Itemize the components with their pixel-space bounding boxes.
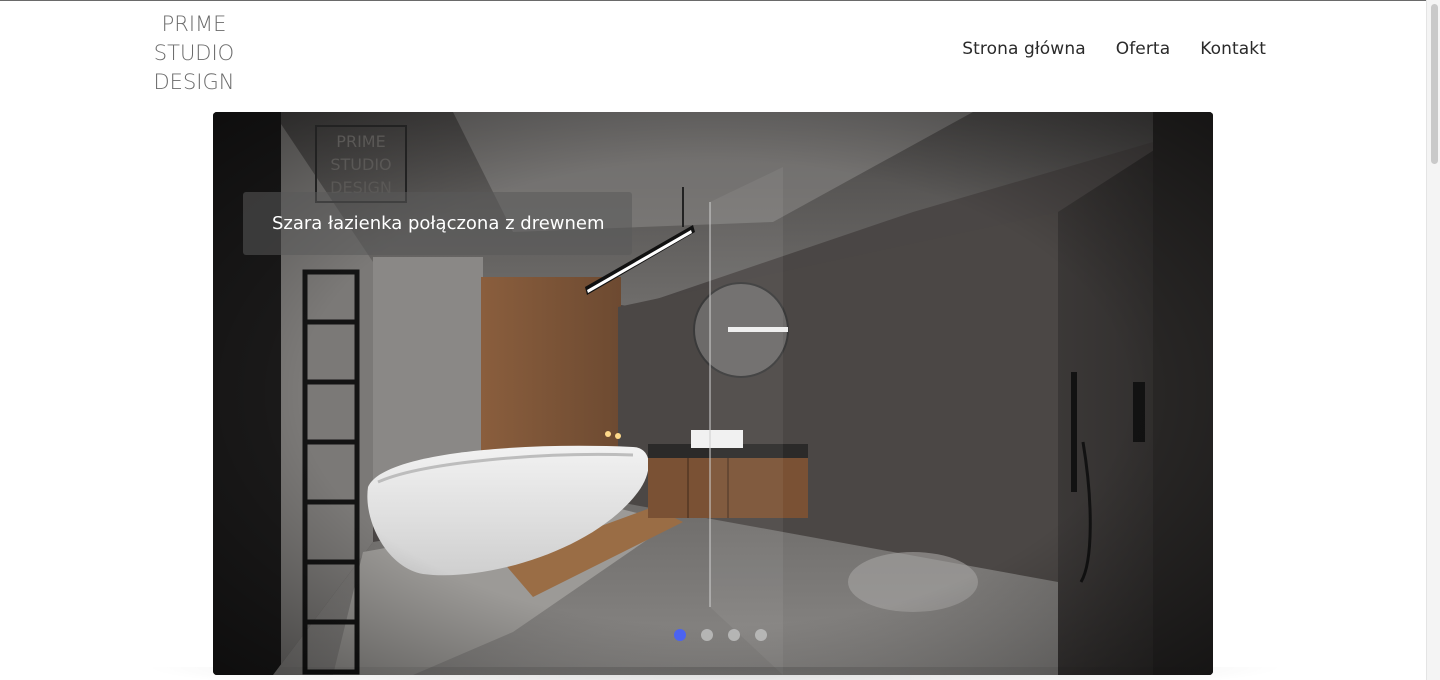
slide-caption: Szara łazienka połączona z drewnem (243, 192, 632, 255)
slider-dot-4[interactable] (755, 629, 767, 641)
content-shadow (140, 667, 1290, 680)
main-navigation: Strona główna Oferta Kontakt (962, 39, 1266, 59)
slider-pagination (674, 629, 767, 641)
logo-line-1: PRIME (161, 12, 227, 36)
site-header: PRIME STUDIO DESIGN Strona główna Oferta… (0, 1, 1426, 106)
browser-viewport: PRIME STUDIO DESIGN Strona główna Oferta… (0, 0, 1426, 680)
slider-dot-2[interactable] (701, 629, 713, 641)
watermark-line-2: STUDIO (330, 155, 391, 174)
scrollbar-thumb[interactable] (1431, 4, 1438, 164)
vertical-scrollbar[interactable] (1426, 0, 1440, 680)
hero-slider[interactable]: PRIME STUDIO DESIGN Szara łazienka połąc… (213, 112, 1213, 675)
site-logo[interactable]: PRIME STUDIO DESIGN (148, 10, 240, 97)
nav-link-contact[interactable]: Kontakt (1200, 39, 1266, 59)
nav-link-home[interactable]: Strona główna (962, 39, 1086, 59)
slider-dot-3[interactable] (728, 629, 740, 641)
nav-link-offer[interactable]: Oferta (1116, 39, 1171, 59)
logo-line-3: DESIGN (153, 70, 235, 94)
slider-dot-1[interactable] (674, 629, 686, 641)
watermark-line-1: PRIME (336, 132, 385, 151)
logo-line-2: STUDIO (153, 41, 235, 65)
